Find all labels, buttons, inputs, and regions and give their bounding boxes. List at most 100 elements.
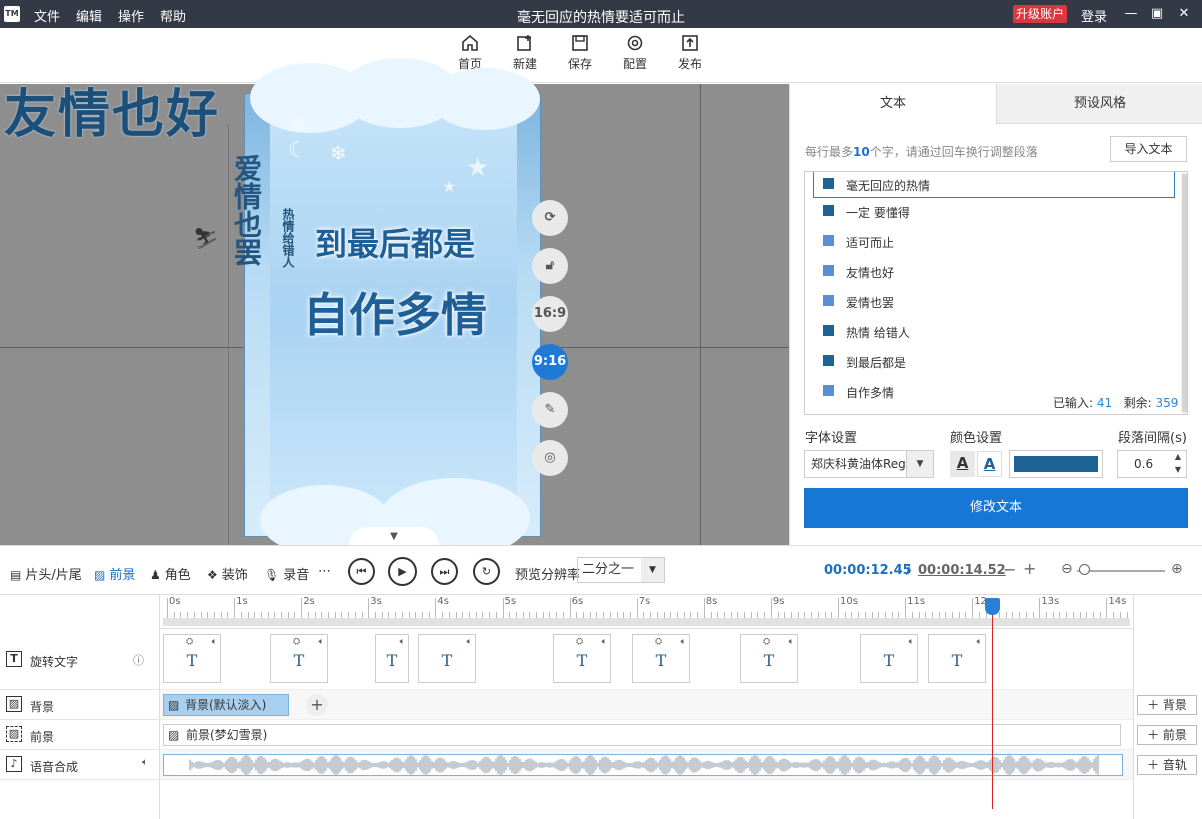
text-clip[interactable]: T 🔈︎ [860,634,918,683]
play-icon[interactable]: ▶ [388,557,417,586]
text-clip[interactable]: T ⛭ 🔈︎ [270,634,328,683]
time-minus-icon[interactable]: − [1003,560,1016,579]
track-label-background[interactable]: ▨ 背景 [0,690,160,720]
home-button[interactable]: 首页 [448,34,492,72]
chevron-down-icon[interactable]: ▼ [641,558,664,582]
color-swatch[interactable] [1009,450,1103,478]
config-button[interactable]: 配置 [613,34,657,72]
list-item[interactable]: 一定 要懂得 [805,196,1173,226]
speaker-icon[interactable]: 🔈︎ [400,637,405,647]
tab-text[interactable]: 文本 [790,84,996,124]
add-foreground-button[interactable]: ＋ 前景 [1137,725,1197,745]
foreground-clip[interactable]: ▨ 前景(梦幻雪景) [163,724,1121,746]
collapse-toggle[interactable]: ▼ [349,527,439,545]
minimize-icon[interactable]: — [1122,5,1140,23]
color-square [823,178,834,189]
maximize-icon[interactable]: ▣ [1148,5,1166,23]
speaker-icon[interactable]: 🔈︎ [602,637,607,647]
list-item[interactable]: 适可而止 [805,226,1173,256]
ratio-16-9-button[interactable]: 16:9 [532,296,568,332]
rotate-button[interactable]: ⟳ [532,200,568,236]
edit-icon[interactable]: ✎ [532,392,568,428]
speaker-icon[interactable]: 🔈︎ [681,637,686,647]
time-plus-icon[interactable]: + [1023,559,1036,578]
speaker-icon[interactable]: 🔈︎ [212,637,217,647]
lyric-line-1[interactable]: 到最后都是 [300,219,490,265]
settings-icon[interactable]: ◎ [532,440,568,476]
background-clip[interactable]: ▨ 背景(默认淡入) [163,694,289,716]
text-clip[interactable]: T ⛭ 🔈︎ [163,634,221,683]
opening-ending-button[interactable]: ▤ 片头/片尾 [10,564,82,583]
track-label-voice[interactable]: ♪ 语音合成 🔈︎ [0,750,160,780]
speaker-icon[interactable]: 🔈︎ [909,637,914,647]
line-limit-hint: 每行最多10个字，请通过回车换行调整段落 [805,145,1038,159]
speaker-icon[interactable]: 🔈︎ [977,637,982,647]
spinner-down-icon[interactable]: ▼ [1171,465,1185,477]
modify-text-button[interactable]: 修改文本 [804,488,1188,528]
voice-audio-clip[interactable] [163,754,1123,776]
background-text[interactable]: 友情也好 [4,84,220,147]
close-icon[interactable]: ✕ [1175,5,1193,23]
outline-color-button[interactable]: A [977,451,1002,477]
more-icon[interactable]: ⋯ [318,564,331,579]
track-label-foreground[interactable]: ▨ 前景 [0,720,160,750]
list-item[interactable]: 爱情也罢 [805,286,1173,316]
playhead-handle[interactable] [985,598,1000,615]
total-time[interactable]: 00:00:14.52 [918,563,1006,578]
lyric-line-2[interactable]: 自作多情 [300,279,490,345]
add-audio-track-button[interactable]: ＋ 音轨 [1137,755,1197,775]
list-item[interactable]: 热情 给错人 [805,316,1173,346]
ruler-tick-label: 1s [236,596,248,607]
audio-waveform [189,755,1099,775]
vertical-small-text[interactable]: 热情给错人 [280,208,297,268]
text-clip[interactable]: T 🔈︎ [928,634,986,683]
publish-button[interactable]: 发布 [668,34,712,72]
main-toolbar: 首页 新建 保存 配置 发布 [0,28,1202,83]
role-button[interactable]: ♟ 角色 [150,564,191,583]
zoom-slider-handle[interactable] [1079,564,1090,575]
list-item[interactable]: 毫无回应的热情 [813,172,1175,198]
speaker-icon[interactable]: 🔈︎ [319,637,324,647]
decor-button[interactable]: ❖ 装饰 [207,564,248,583]
tab-preset-style[interactable]: 预设风格 [996,84,1202,124]
speaker-icon[interactable]: 🔈︎ [467,637,472,647]
text-clip[interactable]: T 🔈︎ [375,634,409,683]
foreground-button[interactable]: ▨ 前景 [94,564,135,583]
save-button[interactable]: 保存 [558,34,602,72]
add-background-button[interactable]: ＋ 背景 [1137,695,1197,715]
zoom-slider[interactable] [1077,570,1165,572]
help-icon[interactable]: ⓘ [133,652,144,668]
ratio-9-16-button[interactable]: 9:16 [532,344,568,380]
spinner-up-icon[interactable]: ▲ [1171,452,1185,464]
zoom-in-icon[interactable]: ⊕ [1171,561,1183,577]
new-button[interactable]: 新建 [503,34,547,72]
text-clip[interactable]: T ⛭ 🔈︎ [553,634,611,683]
track-label-rotating-text[interactable]: T 旋转文字 ⓘ [0,629,160,690]
timeline-tracks[interactable]: ▨ 背景(默认淡入) + ▨ 前景(梦幻雪景) T ⛭ 🔈︎ T ⛭ 🔈︎ T 🔈︎ T 🔈︎ T ⛭ 🔈︎… [160,629,1133,819]
playhead[interactable] [992,601,993,809]
add-clip-button[interactable]: + [306,694,328,716]
text-color-button[interactable]: A [950,451,975,477]
unlock-button[interactable]: 🔓︎ [532,248,568,284]
replay-icon[interactable]: ↻ [473,558,500,585]
record-button[interactable]: 🎙︎ 录音 [264,564,309,583]
ruler-tick-label: 6s [571,596,584,607]
text-clip[interactable]: T ⛭ 🔈︎ [740,634,798,683]
list-item[interactable]: 友情也好 [805,256,1173,286]
zoom-out-icon[interactable]: ⊖ [1061,561,1073,577]
list-item[interactable]: 到最后都是 [805,346,1173,376]
login-link[interactable]: 登录 [1081,6,1107,25]
vertical-lyric-text[interactable]: 爱情也罢 [226,154,266,266]
text-clip[interactable]: T 🔈︎ [418,634,476,683]
chevron-down-icon[interactable]: ▼ [906,451,933,477]
list-scrollbar-thumb[interactable] [1182,174,1187,412]
speaker-icon[interactable]: 🔈︎ [142,757,148,768]
video-card[interactable]: ☾ ★ ★ ❄ ❄ 到最后都是 自作多情 [250,58,540,558]
next-icon[interactable]: ⏭ [431,558,458,585]
text-clip[interactable]: T ⛭ 🔈︎ [632,634,690,683]
upgrade-account-button[interactable]: 升级账户 [1013,5,1068,23]
text-line-list[interactable]: 毫无回应的热情 一定 要懂得 适可而止 友情也好 爱情也罢 热情 给错人 到最后… [804,171,1188,415]
speaker-icon[interactable]: 🔈︎ [789,637,794,647]
import-text-button[interactable]: 导入文本 [1110,136,1187,162]
previous-icon[interactable]: ⏮ [348,558,375,585]
